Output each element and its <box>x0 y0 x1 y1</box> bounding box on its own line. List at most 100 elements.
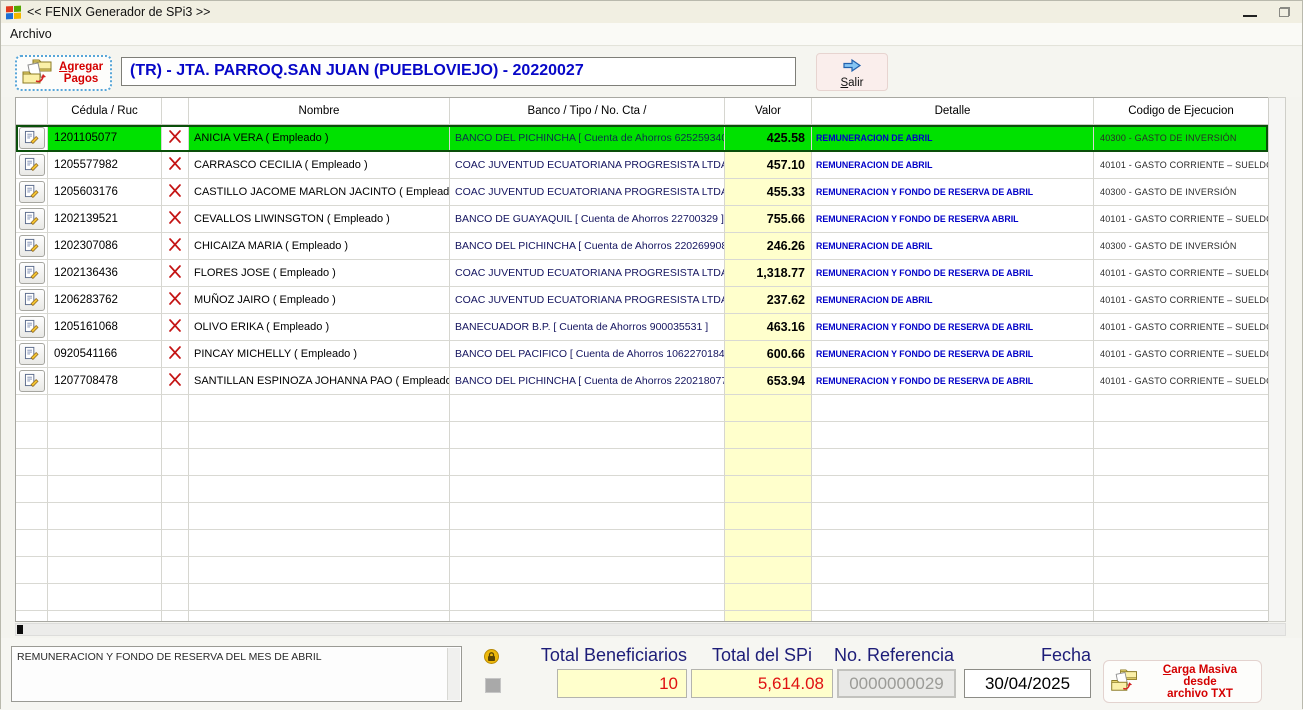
nombre-cell[interactable]: CARRASCO CECILIA ( Empleado ) <box>189 152 450 179</box>
codigo-cell[interactable]: 40101 - GASTO CORRIENTE – SUELDOS <box>1094 152 1268 179</box>
header-banco[interactable]: Banco / Tipo / No. Cta / <box>450 98 725 125</box>
delete-row-button[interactable] <box>168 237 182 255</box>
codigo-cell[interactable]: 40300 - GASTO DE INVERSIÓN <box>1094 179 1268 206</box>
cedula-cell[interactable]: 1202136436 <box>48 260 162 287</box>
cedula-cell[interactable]: 1205577982 <box>48 152 162 179</box>
fecha-field[interactable]: 30/04/2025 <box>964 669 1091 698</box>
agregar-pagos-button[interactable]: Agregar Pagos <box>15 55 112 91</box>
descripcion-textarea[interactable]: REMUNERACION Y FONDO DE RESERVA DEL MES … <box>11 646 462 702</box>
banco-cell[interactable]: COAC JUVENTUD ECUATORIANA PROGRESISTA LT… <box>450 260 725 287</box>
scrollbar-thumb[interactable] <box>17 625 23 634</box>
grid-vertical-scrollbar[interactable] <box>1268 97 1286 622</box>
cedula-cell[interactable]: 1202139521 <box>48 206 162 233</box>
edit-row-button[interactable] <box>19 208 45 230</box>
table-row[interactable]: 1207708478 SANTILLAN ESPINOZA JOHANNA PAO… <box>16 368 1268 395</box>
banco-cell[interactable]: BANCO DEL PACIFICO [ Cuenta de Ahorros 1… <box>450 341 725 368</box>
edit-row-button[interactable] <box>19 316 45 338</box>
codigo-cell[interactable]: 40101 - GASTO CORRIENTE – SUELDOS <box>1094 341 1268 368</box>
banco-cell[interactable]: COAC JUVENTUD ECUATORIANA PROGRESISTA LT… <box>450 152 725 179</box>
cedula-cell[interactable]: 1201105077 <box>48 125 162 152</box>
cedula-cell[interactable]: 1207708478 <box>48 368 162 395</box>
banco-cell[interactable]: COAC JUVENTUD ECUATORIANA PROGRESISTA LT… <box>450 179 725 206</box>
cedula-cell[interactable]: 1206283762 <box>48 287 162 314</box>
nombre-cell[interactable]: CASTILLO JACOME MARLON JACINTO ( Emplead… <box>189 179 450 206</box>
gray-indicator-button[interactable] <box>485 678 501 693</box>
nombre-cell[interactable]: OLIVO ERIKA ( Empleado ) <box>189 314 450 341</box>
valor-cell[interactable]: 463.16 <box>725 314 812 341</box>
menu-archivo[interactable]: Archivo <box>1 23 61 41</box>
codigo-cell[interactable]: 40300 - GASTO DE INVERSIÓN <box>1094 125 1268 152</box>
cedula-cell[interactable]: 1205161068 <box>48 314 162 341</box>
nombre-cell[interactable]: PINCAY MICHELLY ( Empleado ) <box>189 341 450 368</box>
empty-table-row[interactable] <box>16 422 1268 449</box>
valor-cell[interactable]: 237.62 <box>725 287 812 314</box>
delete-row-button[interactable] <box>168 156 182 174</box>
banco-cell[interactable]: COAC JUVENTUD ECUATORIANA PROGRESISTA LT… <box>450 287 725 314</box>
detalle-cell[interactable]: REMUNERACION DE ABRIL <box>812 287 1094 314</box>
table-row[interactable]: 1205603176 CASTILLO JACOME MARLON JACINTO… <box>16 179 1268 206</box>
delete-row-button[interactable] <box>168 291 182 309</box>
empty-table-row[interactable] <box>16 530 1268 557</box>
payments-grid[interactable]: Cédula / Ruc Nombre Banco / Tipo / No. C… <box>15 97 1268 622</box>
banco-cell[interactable]: BANCO DEL PICHINCHA [ Cuenta de Ahorros … <box>450 125 725 152</box>
header-cedula[interactable]: Cédula / Ruc <box>48 98 162 125</box>
textarea-scrollbar[interactable] <box>447 648 460 700</box>
detalle-cell[interactable]: REMUNERACION Y FONDO DE RESERVA DE ABRIL <box>812 368 1094 395</box>
header-codigo[interactable]: Codigo de Ejecucion <box>1094 98 1268 125</box>
table-row[interactable]: 0920541166 PINCAY MICHELLY ( Empleado )BA… <box>16 341 1268 368</box>
detalle-cell[interactable]: REMUNERACION DE ABRIL <box>812 125 1094 152</box>
cedula-cell[interactable]: 1205603176 <box>48 179 162 206</box>
table-row[interactable]: 1201105077 ANICIA VERA ( Empleado )BANCO … <box>16 125 1268 152</box>
delete-row-button[interactable] <box>168 372 182 390</box>
header-nombre[interactable]: Nombre <box>189 98 450 125</box>
header-detalle[interactable]: Detalle <box>812 98 1094 125</box>
banco-cell[interactable]: BANECUADOR B.P. [ Cuenta de Ahorros 9000… <box>450 314 725 341</box>
empty-table-row[interactable] <box>16 476 1268 503</box>
empty-table-row[interactable] <box>16 449 1268 476</box>
empty-table-row[interactable] <box>16 395 1268 422</box>
detalle-cell[interactable]: REMUNERACION Y FONDO DE RESERVA DE ABRIL <box>812 314 1094 341</box>
minimize-icon[interactable] <box>1243 15 1257 17</box>
detalle-cell[interactable]: REMUNERACION Y FONDO DE RESERVA ABRIL <box>812 206 1094 233</box>
valor-cell[interactable]: 246.26 <box>725 233 812 260</box>
banco-cell[interactable]: BANCO DEL PICHINCHA [ Cuenta de Ahorros … <box>450 233 725 260</box>
cedula-cell[interactable]: 1202307086 <box>48 233 162 260</box>
codigo-cell[interactable]: 40101 - GASTO CORRIENTE – SUELDOS <box>1094 260 1268 287</box>
header-valor[interactable]: Valor <box>725 98 812 125</box>
valor-cell[interactable]: 755.66 <box>725 206 812 233</box>
codigo-cell[interactable]: 40101 - GASTO CORRIENTE – SUELDOS <box>1094 206 1268 233</box>
detalle-cell[interactable]: REMUNERACION Y FONDO DE RESERVA DE ABRIL <box>812 260 1094 287</box>
valor-cell[interactable]: 1,318.77 <box>725 260 812 287</box>
delete-row-button[interactable] <box>168 264 182 282</box>
valor-cell[interactable]: 600.66 <box>725 341 812 368</box>
carga-masiva-button[interactable]: Carga Masiva desde archivo TXT <box>1103 660 1262 703</box>
codigo-cell[interactable]: 40101 - GASTO CORRIENTE – SUELDOS <box>1094 314 1268 341</box>
nombre-cell[interactable]: SANTILLAN ESPINOZA JOHANNA PAO ( Emplead… <box>189 368 450 395</box>
detalle-cell[interactable]: REMUNERACION DE ABRIL <box>812 233 1094 260</box>
valor-cell[interactable]: 425.58 <box>725 125 812 152</box>
delete-row-button[interactable] <box>168 183 182 201</box>
edit-row-button[interactable] <box>19 289 45 311</box>
banco-cell[interactable]: BANCO DE GUAYAQUIL [ Cuenta de Ahorros 2… <box>450 206 725 233</box>
cedula-cell[interactable]: 0920541166 <box>48 341 162 368</box>
table-row[interactable]: 1205577982 CARRASCO CECILIA ( Empleado )C… <box>16 152 1268 179</box>
nombre-cell[interactable]: CHICAIZA MARIA ( Empleado ) <box>189 233 450 260</box>
empty-table-row[interactable] <box>16 584 1268 611</box>
detalle-cell[interactable]: REMUNERACION Y FONDO DE RESERVA DE ABRIL <box>812 179 1094 206</box>
nombre-cell[interactable]: ANICIA VERA ( Empleado ) <box>189 125 450 152</box>
table-row[interactable]: 1202307086 CHICAIZA MARIA ( Empleado )BAN… <box>16 233 1268 260</box>
empty-table-row[interactable] <box>16 557 1268 584</box>
delete-row-button[interactable] <box>168 129 182 147</box>
edit-row-button[interactable] <box>19 154 45 176</box>
salir-button[interactable]: Salir <box>816 53 888 91</box>
nombre-cell[interactable]: MUÑOZ JAIRO ( Empleado ) <box>189 287 450 314</box>
entity-title-field[interactable]: (TR) - JTA. PARROQ.SAN JUAN (PUEBLOVIEJO… <box>121 57 796 86</box>
detalle-cell[interactable]: REMUNERACION DE ABRIL <box>812 152 1094 179</box>
delete-row-button[interactable] <box>168 345 182 363</box>
valor-cell[interactable]: 457.10 <box>725 152 812 179</box>
banco-cell[interactable]: BANCO DEL PICHINCHA [ Cuenta de Ahorros … <box>450 368 725 395</box>
restore-icon[interactable] <box>1279 7 1290 17</box>
table-row[interactable]: 1202136436FLORES JOSE ( Empleado )COAC J… <box>16 260 1268 287</box>
edit-row-button[interactable] <box>19 370 45 392</box>
table-row[interactable]: 1206283762 MUÑOZ JAIRO ( Empleado )COAC J… <box>16 287 1268 314</box>
